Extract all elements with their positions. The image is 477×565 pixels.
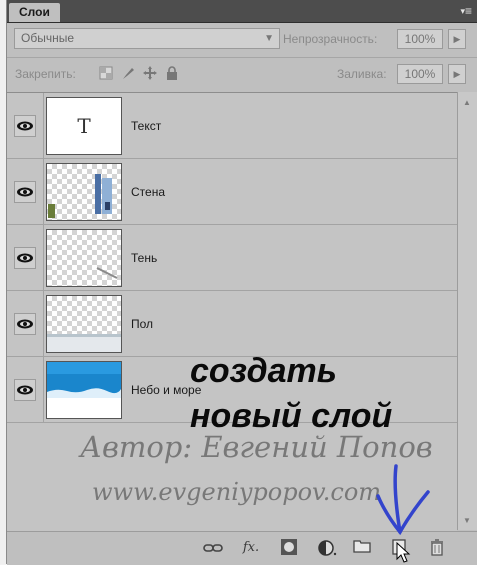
layer-thumbnail: [46, 163, 122, 221]
layer-thumbnail: T: [46, 97, 122, 155]
lock-transparent-icon[interactable]: [99, 66, 113, 80]
eye-icon[interactable]: [14, 247, 36, 269]
divider: [43, 93, 44, 159]
blend-mode-select[interactable]: Обычные ▼: [14, 28, 280, 49]
layer-row[interactable]: Пол: [7, 291, 457, 357]
text-layer-icon: T: [77, 114, 91, 138]
pen-arrow-annotation: [376, 464, 430, 536]
eye-icon[interactable]: [14, 115, 36, 137]
layer-row[interactable]: T Текст: [7, 93, 457, 159]
layer-row[interactable]: Стена: [7, 159, 457, 225]
divider: [43, 357, 44, 423]
scroll-up-icon[interactable]: ▲: [463, 98, 471, 107]
lock-row: Закрепить: Заливка: 100% ▶: [7, 62, 477, 86]
scroll-down-icon[interactable]: ▼: [463, 516, 471, 525]
layer-name[interactable]: Тень: [131, 225, 157, 291]
layer-thumbnail: [46, 229, 122, 287]
layer-row[interactable]: Тень: [7, 225, 457, 291]
mouse-cursor-icon: [396, 542, 411, 563]
annotation-line-2: новый слой: [190, 397, 393, 435]
layer-name[interactable]: Стена: [131, 159, 165, 225]
layer-name[interactable]: Пол: [131, 291, 153, 357]
panel-tab-bar: Слои ▾≡: [7, 0, 477, 23]
layer-name[interactable]: Текст: [131, 93, 161, 159]
eye-icon[interactable]: [14, 181, 36, 203]
lock-label: Закрепить:: [15, 67, 76, 81]
mask-icon[interactable]: [279, 538, 299, 558]
divider: [7, 57, 477, 58]
tab-layers[interactable]: Слои: [9, 3, 60, 22]
adjustment-icon[interactable]: [317, 538, 337, 558]
chevron-down-icon: ▼: [264, 33, 274, 44]
opacity-label: Непрозрачность:: [283, 32, 378, 46]
eye-icon[interactable]: [14, 313, 36, 335]
layer-thumbnail: [46, 295, 122, 353]
blend-row: Обычные ▼ Непрозрачность: 100% ▶: [7, 26, 477, 52]
annotation-line-1: создать: [190, 352, 337, 390]
blend-mode-value: Обычные: [21, 31, 75, 45]
fill-input[interactable]: 100%: [397, 64, 443, 84]
layers-scrollbar[interactable]: ▲ ▼: [457, 92, 477, 530]
divider: [43, 225, 44, 291]
panel-menu-icon[interactable]: ▾≡: [460, 3, 472, 19]
divider: [43, 159, 44, 225]
lock-position-icon[interactable]: [143, 66, 157, 80]
fill-slider-button[interactable]: ▶: [448, 64, 466, 84]
lock-all-icon[interactable]: [165, 66, 179, 80]
watermark-site: www.evgeniypopov.com: [92, 478, 382, 506]
opacity-slider-button[interactable]: ▶: [448, 29, 466, 49]
watermark-author: Автор: Евгений Попов: [80, 430, 433, 464]
link-icon[interactable]: [203, 538, 223, 558]
fill-label: Заливка:: [337, 67, 387, 81]
layer-thumbnail: [46, 361, 122, 419]
lock-pixels-icon[interactable]: [121, 66, 135, 80]
eye-icon[interactable]: [14, 379, 36, 401]
opacity-input[interactable]: 100%: [397, 29, 443, 49]
divider: [43, 291, 44, 357]
fx-icon[interactable]: fx.: [241, 538, 261, 558]
folder-icon[interactable]: [352, 538, 372, 558]
